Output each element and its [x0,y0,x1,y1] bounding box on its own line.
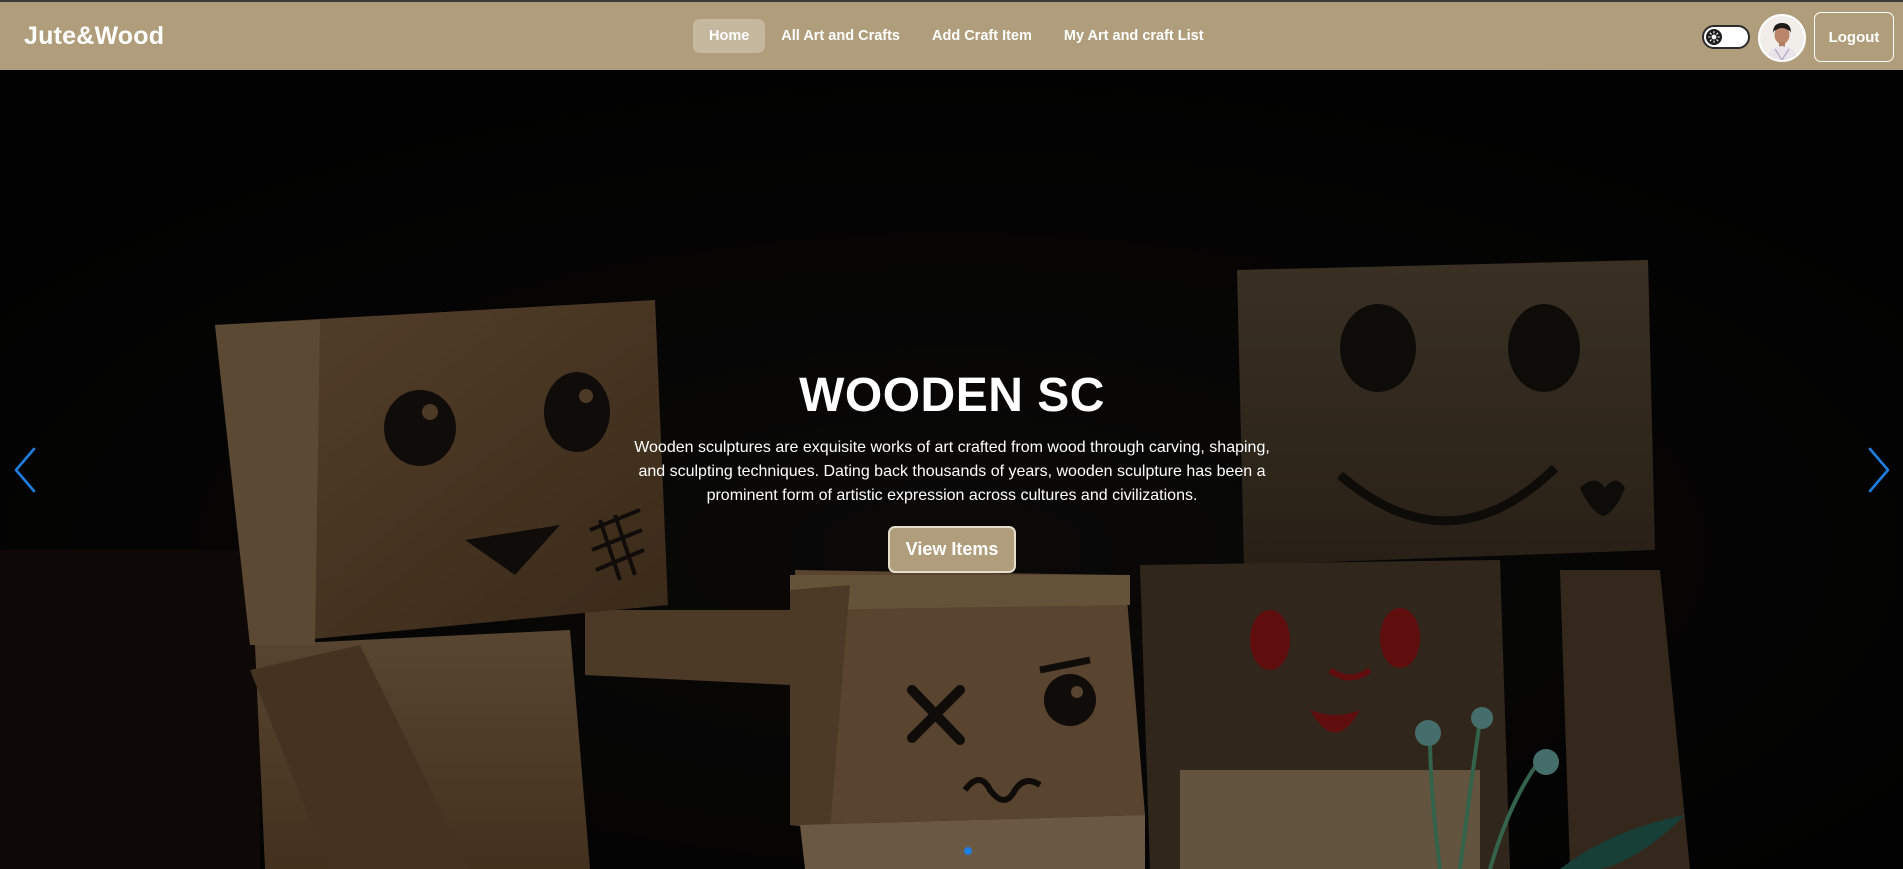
nav-link-all-art-and-crafts[interactable]: All Art and Crafts [765,19,916,53]
carousel-dot-active[interactable] [964,847,972,855]
nav-link-add-craft-item[interactable]: Add Craft Item [916,19,1048,53]
view-items-button[interactable]: View Items [887,526,1017,573]
navbar: Jute&Wood Home All Art and Crafts Add Cr… [0,0,1903,70]
theme-toggle[interactable] [1702,25,1750,49]
hero-content: WOODEN SC Wooden sculptures are exquisit… [620,368,1284,573]
sun-icon [1706,29,1722,45]
user-avatar[interactable] [1758,14,1806,62]
nav-link-my-art-and-craft-list[interactable]: My Art and craft List [1048,19,1220,53]
nav-link-home[interactable]: Home [693,19,766,53]
logout-button[interactable]: Logout [1814,12,1894,62]
chevron-left-icon[interactable] [10,445,40,495]
chevron-right-icon[interactable] [1864,445,1894,495]
nav-links: Home All Art and Crafts Add Craft Item M… [693,19,1220,53]
hero-description: Wooden sculptures are exquisite works of… [634,439,1270,504]
hero-title: WOODEN SC [799,369,1105,422]
hero-carousel: WOODEN SC Wooden sculptures are exquisit… [0,70,1903,869]
brand-logo[interactable]: Jute&Wood [24,22,164,51]
